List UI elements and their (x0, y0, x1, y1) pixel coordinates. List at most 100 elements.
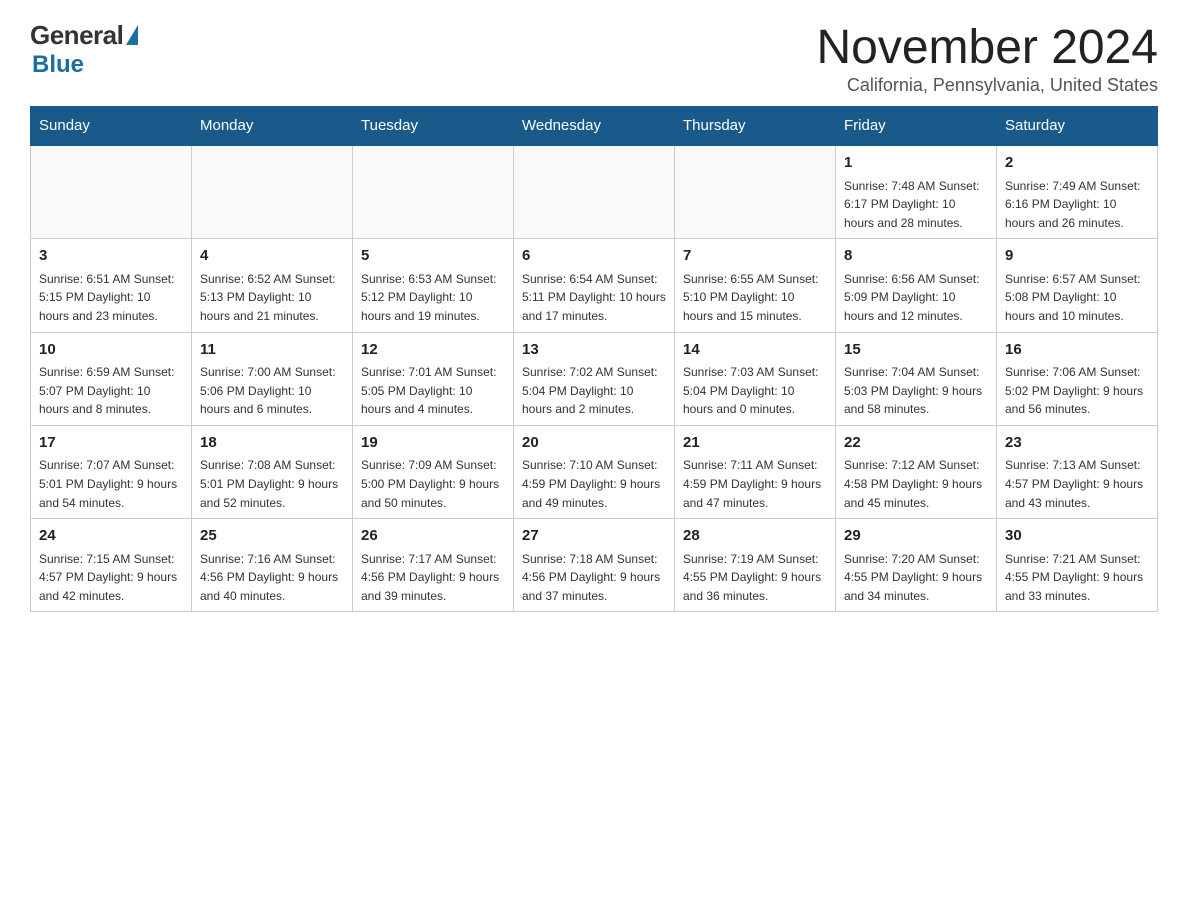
day-number: 7 (683, 245, 827, 268)
day-number: 5 (361, 245, 505, 268)
calendar-day-cell: 6Sunrise: 6:54 AM Sunset: 5:11 PM Daylig… (514, 239, 675, 332)
day-info: Sunrise: 7:01 AM Sunset: 5:05 PM Dayligh… (361, 363, 505, 419)
calendar-day-cell: 14Sunrise: 7:03 AM Sunset: 5:04 PM Dayli… (675, 332, 836, 425)
month-title: November 2024 (816, 20, 1158, 75)
calendar-day-cell (31, 145, 192, 239)
day-info: Sunrise: 7:10 AM Sunset: 4:59 PM Dayligh… (522, 456, 666, 512)
calendar-day-cell: 27Sunrise: 7:18 AM Sunset: 4:56 PM Dayli… (514, 519, 675, 612)
day-number: 24 (39, 525, 183, 548)
calendar-week-row: 1Sunrise: 7:48 AM Sunset: 6:17 PM Daylig… (31, 145, 1158, 239)
day-info: Sunrise: 7:07 AM Sunset: 5:01 PM Dayligh… (39, 456, 183, 512)
calendar-day-cell: 15Sunrise: 7:04 AM Sunset: 5:03 PM Dayli… (836, 332, 997, 425)
day-number: 10 (39, 339, 183, 362)
day-info: Sunrise: 7:49 AM Sunset: 6:16 PM Dayligh… (1005, 177, 1149, 233)
day-number: 14 (683, 339, 827, 362)
calendar-day-cell (353, 145, 514, 239)
calendar-day-cell: 13Sunrise: 7:02 AM Sunset: 5:04 PM Dayli… (514, 332, 675, 425)
weekday-header-tuesday: Tuesday (353, 107, 514, 146)
day-number: 23 (1005, 432, 1149, 455)
logo-arrow-icon (126, 25, 138, 45)
day-number: 2 (1005, 152, 1149, 175)
calendar-week-row: 17Sunrise: 7:07 AM Sunset: 5:01 PM Dayli… (31, 425, 1158, 518)
day-info: Sunrise: 7:17 AM Sunset: 4:56 PM Dayligh… (361, 550, 505, 606)
day-number: 16 (1005, 339, 1149, 362)
day-number: 18 (200, 432, 344, 455)
calendar-day-cell: 12Sunrise: 7:01 AM Sunset: 5:05 PM Dayli… (353, 332, 514, 425)
day-info: Sunrise: 7:15 AM Sunset: 4:57 PM Dayligh… (39, 550, 183, 606)
calendar-day-cell: 30Sunrise: 7:21 AM Sunset: 4:55 PM Dayli… (997, 519, 1158, 612)
calendar-day-cell: 25Sunrise: 7:16 AM Sunset: 4:56 PM Dayli… (192, 519, 353, 612)
logo-general-text: General (30, 20, 123, 51)
calendar-day-cell: 4Sunrise: 6:52 AM Sunset: 5:13 PM Daylig… (192, 239, 353, 332)
calendar-day-cell: 16Sunrise: 7:06 AM Sunset: 5:02 PM Dayli… (997, 332, 1158, 425)
day-info: Sunrise: 7:08 AM Sunset: 5:01 PM Dayligh… (200, 456, 344, 512)
calendar-day-cell: 20Sunrise: 7:10 AM Sunset: 4:59 PM Dayli… (514, 425, 675, 518)
day-number: 26 (361, 525, 505, 548)
calendar-day-cell: 18Sunrise: 7:08 AM Sunset: 5:01 PM Dayli… (192, 425, 353, 518)
day-number: 20 (522, 432, 666, 455)
day-info: Sunrise: 6:51 AM Sunset: 5:15 PM Dayligh… (39, 270, 183, 326)
day-info: Sunrise: 7:48 AM Sunset: 6:17 PM Dayligh… (844, 177, 988, 233)
calendar-day-cell: 2Sunrise: 7:49 AM Sunset: 6:16 PM Daylig… (997, 145, 1158, 239)
day-info: Sunrise: 7:11 AM Sunset: 4:59 PM Dayligh… (683, 456, 827, 512)
day-number: 3 (39, 245, 183, 268)
day-number: 1 (844, 152, 988, 175)
calendar-day-cell: 23Sunrise: 7:13 AM Sunset: 4:57 PM Dayli… (997, 425, 1158, 518)
calendar-day-cell: 10Sunrise: 6:59 AM Sunset: 5:07 PM Dayli… (31, 332, 192, 425)
calendar-table: SundayMondayTuesdayWednesdayThursdayFrid… (30, 106, 1158, 612)
day-info: Sunrise: 6:56 AM Sunset: 5:09 PM Dayligh… (844, 270, 988, 326)
weekday-header-saturday: Saturday (997, 107, 1158, 146)
day-number: 29 (844, 525, 988, 548)
day-number: 27 (522, 525, 666, 548)
day-number: 13 (522, 339, 666, 362)
calendar-day-cell: 28Sunrise: 7:19 AM Sunset: 4:55 PM Dayli… (675, 519, 836, 612)
day-number: 15 (844, 339, 988, 362)
day-info: Sunrise: 7:20 AM Sunset: 4:55 PM Dayligh… (844, 550, 988, 606)
day-number: 9 (1005, 245, 1149, 268)
day-info: Sunrise: 7:21 AM Sunset: 4:55 PM Dayligh… (1005, 550, 1149, 606)
day-info: Sunrise: 7:12 AM Sunset: 4:58 PM Dayligh… (844, 456, 988, 512)
day-info: Sunrise: 7:18 AM Sunset: 4:56 PM Dayligh… (522, 550, 666, 606)
day-number: 19 (361, 432, 505, 455)
calendar-week-row: 10Sunrise: 6:59 AM Sunset: 5:07 PM Dayli… (31, 332, 1158, 425)
weekday-header-friday: Friday (836, 107, 997, 146)
day-info: Sunrise: 7:13 AM Sunset: 4:57 PM Dayligh… (1005, 456, 1149, 512)
calendar-header-row: SundayMondayTuesdayWednesdayThursdayFrid… (31, 107, 1158, 146)
calendar-day-cell: 9Sunrise: 6:57 AM Sunset: 5:08 PM Daylig… (997, 239, 1158, 332)
day-number: 11 (200, 339, 344, 362)
calendar-day-cell (514, 145, 675, 239)
day-info: Sunrise: 7:09 AM Sunset: 5:00 PM Dayligh… (361, 456, 505, 512)
logo-blue-text: Blue (32, 51, 84, 78)
location-text: California, Pennsylvania, United States (816, 75, 1158, 96)
day-number: 12 (361, 339, 505, 362)
calendar-day-cell: 17Sunrise: 7:07 AM Sunset: 5:01 PM Dayli… (31, 425, 192, 518)
calendar-day-cell: 24Sunrise: 7:15 AM Sunset: 4:57 PM Dayli… (31, 519, 192, 612)
day-info: Sunrise: 6:59 AM Sunset: 5:07 PM Dayligh… (39, 363, 183, 419)
day-number: 8 (844, 245, 988, 268)
calendar-day-cell: 22Sunrise: 7:12 AM Sunset: 4:58 PM Dayli… (836, 425, 997, 518)
logo: General Blue (30, 20, 138, 79)
calendar-day-cell: 26Sunrise: 7:17 AM Sunset: 4:56 PM Dayli… (353, 519, 514, 612)
day-number: 25 (200, 525, 344, 548)
calendar-day-cell (675, 145, 836, 239)
day-number: 6 (522, 245, 666, 268)
day-info: Sunrise: 7:06 AM Sunset: 5:02 PM Dayligh… (1005, 363, 1149, 419)
calendar-day-cell (192, 145, 353, 239)
day-info: Sunrise: 7:16 AM Sunset: 4:56 PM Dayligh… (200, 550, 344, 606)
title-section: November 2024 California, Pennsylvania, … (816, 20, 1158, 96)
calendar-day-cell: 1Sunrise: 7:48 AM Sunset: 6:17 PM Daylig… (836, 145, 997, 239)
calendar-day-cell: 5Sunrise: 6:53 AM Sunset: 5:12 PM Daylig… (353, 239, 514, 332)
calendar-day-cell: 19Sunrise: 7:09 AM Sunset: 5:00 PM Dayli… (353, 425, 514, 518)
day-info: Sunrise: 6:54 AM Sunset: 5:11 PM Dayligh… (522, 270, 666, 326)
day-number: 22 (844, 432, 988, 455)
weekday-header-thursday: Thursday (675, 107, 836, 146)
day-info: Sunrise: 7:19 AM Sunset: 4:55 PM Dayligh… (683, 550, 827, 606)
calendar-day-cell: 11Sunrise: 7:00 AM Sunset: 5:06 PM Dayli… (192, 332, 353, 425)
weekday-header-wednesday: Wednesday (514, 107, 675, 146)
calendar-week-row: 3Sunrise: 6:51 AM Sunset: 5:15 PM Daylig… (31, 239, 1158, 332)
day-info: Sunrise: 7:03 AM Sunset: 5:04 PM Dayligh… (683, 363, 827, 419)
calendar-week-row: 24Sunrise: 7:15 AM Sunset: 4:57 PM Dayli… (31, 519, 1158, 612)
day-info: Sunrise: 6:55 AM Sunset: 5:10 PM Dayligh… (683, 270, 827, 326)
calendar-day-cell: 29Sunrise: 7:20 AM Sunset: 4:55 PM Dayli… (836, 519, 997, 612)
weekday-header-sunday: Sunday (31, 107, 192, 146)
